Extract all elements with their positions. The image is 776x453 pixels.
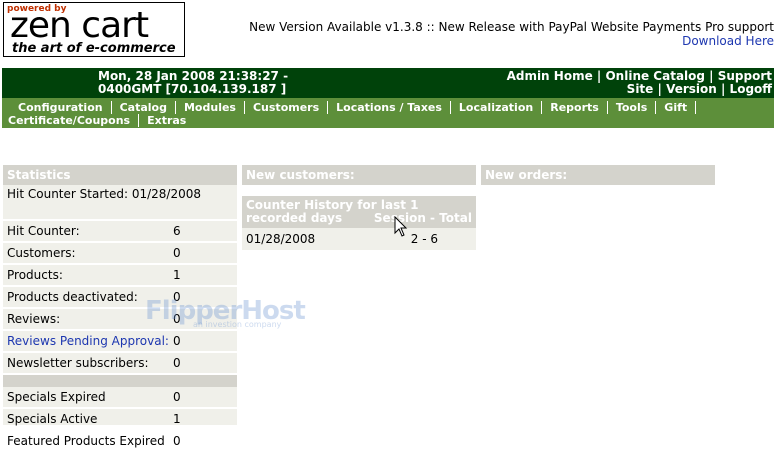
stat-row: Specials Active 1 <box>3 409 237 431</box>
statistics-panel: Statistics Hit Counter Started: 01/28/20… <box>3 165 237 453</box>
counter-history-panel: Counter History for last 1 recorded days… <box>242 196 476 250</box>
stat-value: 0 <box>173 246 181 260</box>
counter-history-title-2: recorded days <box>246 211 343 225</box>
counter-history-col: Session - Total <box>373 211 472 225</box>
server-datetime: Mon, 28 Jan 2008 21:38:27 - 0400GMT [70.… <box>98 70 288 96</box>
stat-row: Products: 1 <box>3 265 237 287</box>
statistics-title: Statistics <box>3 165 237 185</box>
menu-reports[interactable]: Reports <box>542 101 608 114</box>
menu-catalog[interactable]: Catalog <box>112 101 176 114</box>
menu-gift[interactable]: Gift <box>656 101 697 114</box>
counter-history-row: 01/28/2008 2 - 6 <box>242 228 476 250</box>
menu-localization[interactable]: Localization <box>451 101 543 114</box>
counter-date: 01/28/2008 <box>246 232 316 246</box>
logoff-link[interactable]: Logoff <box>730 82 772 96</box>
logo-brand: zen cart <box>10 5 149 46</box>
stat-row: Specials Expired 0 <box>3 387 237 409</box>
new-version-text: New Version Available v1.3.8 :: New Rele… <box>249 20 774 34</box>
stat-value: 0 <box>173 434 181 448</box>
stat-row: Customers: 0 <box>3 243 237 265</box>
online-catalog-link[interactable]: Online Catalog <box>605 69 705 83</box>
stat-label: Customers: <box>7 246 76 260</box>
stat-label: Specials Expired <box>7 390 106 404</box>
zencart-logo[interactable]: powered by zen cart the art of e-commerc… <box>3 2 185 57</box>
stat-label: Reviews: <box>7 312 61 326</box>
stat-value: 1 <box>173 412 181 426</box>
menu-extras[interactable]: Extras <box>139 114 194 127</box>
flipperhost-watermark: FlipperHost an investion company <box>145 296 306 329</box>
stat-row: Featured Products Expired 0 <box>3 431 237 453</box>
stat-value: 6 <box>173 224 181 238</box>
stat-label: Products: <box>7 268 63 282</box>
support-site-link[interactable]: Site <box>627 82 654 96</box>
stat-value: 1 <box>173 268 181 282</box>
stat-label: Featured Products Expired <box>7 434 165 448</box>
version-notice: New Version Available v1.3.8 :: New Rele… <box>249 20 774 48</box>
admin-top-bar: Mon, 28 Jan 2008 21:38:27 - 0400GMT [70.… <box>2 68 774 98</box>
stat-value: 0 <box>173 356 181 370</box>
menu-certificate-coupons[interactable]: Certificate/Coupons <box>2 114 140 127</box>
new-orders-panel: New orders: <box>481 165 715 185</box>
logo-tagline: the art of e-commerce <box>12 41 176 56</box>
main-menu: Configuration Catalog Modules Customers … <box>2 98 774 128</box>
support-link[interactable]: Support <box>718 69 772 83</box>
stat-label: Newsletter subscribers: <box>7 356 149 370</box>
download-link[interactable]: Download Here <box>249 34 774 48</box>
menu-modules[interactable]: Modules <box>176 101 245 114</box>
menu-locations-taxes[interactable]: Locations / Taxes <box>328 101 451 114</box>
reviews-pending-link[interactable]: Reviews Pending Approval: <box>7 333 169 349</box>
datetime-line2: 0400GMT [70.104.139.187 ] <box>98 82 287 96</box>
counter-value: 2 - 6 <box>410 232 438 246</box>
mouse-cursor-icon <box>394 216 408 237</box>
stat-row: Hit Counter: 6 <box>3 221 237 243</box>
stat-value: 0 <box>173 390 181 404</box>
new-customers-panel: New customers: <box>242 165 476 185</box>
stat-row: Newsletter subscribers: 0 <box>3 353 237 375</box>
stat-label: Hit Counter: <box>7 224 80 238</box>
stat-label: Hit Counter Started: 01/28/2008 <box>7 187 201 201</box>
new-customers-title: New customers: <box>242 165 476 185</box>
admin-home-link[interactable]: Admin Home <box>507 69 593 83</box>
menu-customers[interactable]: Customers <box>245 101 329 114</box>
stat-row: Hit Counter Started: 01/28/2008 <box>3 185 237 221</box>
new-orders-title: New orders: <box>481 165 715 185</box>
menu-tools[interactable]: Tools <box>608 101 657 114</box>
stat-value: 0 <box>173 334 181 348</box>
top-links: Admin Home | Online Catalog | Support Si… <box>506 69 772 96</box>
stats-separator <box>3 375 237 387</box>
stat-label: Products deactivated: <box>7 290 138 304</box>
stat-label: Specials Active <box>7 412 98 426</box>
version-link[interactable]: Version <box>666 82 717 96</box>
stat-row: Reviews Pending Approval: 0 <box>3 331 237 353</box>
menu-configuration[interactable]: Configuration <box>2 101 112 114</box>
counter-history-header: Counter History for last 1 recorded days… <box>242 196 476 228</box>
